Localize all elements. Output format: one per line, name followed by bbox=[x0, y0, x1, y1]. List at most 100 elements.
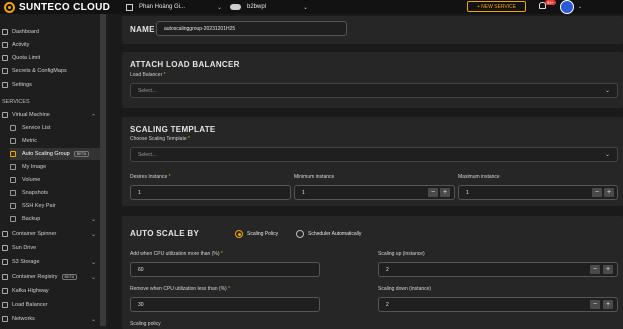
sidebar-item-label: Metric bbox=[22, 138, 37, 144]
maximum-instance-label: Maximum instance bbox=[458, 174, 500, 180]
registry-icon bbox=[2, 274, 8, 280]
scaling-up-label: Scaling up (instance) bbox=[378, 251, 425, 257]
sidebar-item-snapshots[interactable]: Snapshots bbox=[10, 187, 100, 199]
sidebar-item-kafka-highway[interactable]: Kafka Highway bbox=[0, 285, 100, 297]
scaling-up-input[interactable]: 2 bbox=[378, 262, 618, 277]
sidebar-item-auto-scaling-group[interactable]: Auto Scaling Group BETA bbox=[10, 148, 100, 160]
radio-scaling-policy[interactable]: Scaling Policy bbox=[235, 230, 278, 238]
image-icon bbox=[10, 164, 16, 170]
sidebar-item-backup[interactable]: Backup ⌄ bbox=[10, 213, 100, 225]
backup-icon bbox=[10, 216, 16, 222]
remove-cpu-input[interactable]: 30 bbox=[130, 297, 320, 312]
sidebar-item-s3-storage[interactable]: S3 Storage ⌄ bbox=[0, 256, 100, 268]
attach-lb-card: ATTACH LOAD BALANCER Load Balancer * Sel… bbox=[122, 52, 623, 108]
select-placeholder: Select... bbox=[138, 87, 157, 94]
sidebar-item-dashboard[interactable]: Dashboard bbox=[0, 26, 100, 38]
sidebar-item-service-list[interactable]: Service List bbox=[10, 122, 100, 134]
activity-icon bbox=[2, 42, 8, 48]
sidebar-item-label: Volume bbox=[22, 177, 41, 183]
field-label-text: Choose Scaling Template bbox=[130, 136, 187, 142]
sidebar-item-label: Service List bbox=[22, 125, 51, 131]
sidebar-item-label: Container Spinner bbox=[12, 231, 57, 237]
new-service-button[interactable]: + NEW SERVICE bbox=[467, 1, 526, 12]
required-mark: * bbox=[188, 136, 190, 142]
desires-instance-input[interactable]: 1 bbox=[130, 185, 291, 200]
brand-logo[interactable]: SUNTECO CLOUD bbox=[0, 1, 116, 13]
metric-icon bbox=[10, 138, 16, 144]
sidebar-item-label: Load Balancer bbox=[12, 302, 48, 308]
minimum-increment-button[interactable]: + bbox=[440, 188, 450, 197]
project-name: b2bwpl bbox=[247, 4, 267, 10]
avatar[interactable]: ⌄ bbox=[560, 0, 582, 14]
grid-icon bbox=[10, 125, 16, 131]
chevron-up-icon: ⌄ bbox=[90, 111, 96, 118]
name-input[interactable]: autoscalinggroup-20231201H25 bbox=[156, 21, 347, 36]
chevron-down-icon: ⌄ bbox=[216, 4, 222, 11]
field-label-text: Desires Instance bbox=[130, 174, 168, 180]
sidebar-item-volume[interactable]: Volume bbox=[10, 174, 100, 186]
scaling-policy-label: Scaling policy bbox=[130, 321, 161, 327]
project-selector[interactable]: b2bwpl ⌄ bbox=[230, 4, 308, 11]
storage-icon bbox=[2, 259, 8, 265]
radio-unselected-icon bbox=[296, 230, 304, 238]
scaling-down-label: Scaling down (instance) bbox=[378, 286, 432, 292]
drive-icon bbox=[2, 245, 8, 251]
sidebar-item-quota[interactable]: Quota Limit bbox=[0, 52, 100, 64]
sidebar-item-sun-drive[interactable]: Sun Drive bbox=[0, 242, 100, 254]
sidebar-item-label: Quota Limit bbox=[12, 55, 41, 61]
sidebar-item-label: Auto Scaling Group bbox=[22, 151, 70, 157]
sidebar-item-activity[interactable]: Activity bbox=[0, 39, 100, 51]
sidebar-item-container-spinner[interactable]: Container Spinner ⌄ bbox=[0, 228, 100, 240]
sidebar-item-label: Kafka Highway bbox=[12, 288, 49, 294]
sidebar-item-load-balancer[interactable]: Load Balancer bbox=[0, 299, 100, 311]
radio-scheduler-automatically[interactable]: Scheduler Automatically bbox=[296, 230, 361, 238]
sidebar-item-label: S3 Storage bbox=[12, 259, 40, 265]
sidebar-item-settings[interactable]: Settings bbox=[0, 79, 100, 91]
minimum-decrement-button[interactable]: − bbox=[428, 188, 438, 197]
scaling-down-decrement-button[interactable]: − bbox=[590, 300, 600, 309]
scaling-up-increment-button[interactable]: + bbox=[603, 265, 613, 274]
maximum-increment-button[interactable]: + bbox=[604, 188, 614, 197]
sidebar-item-metric[interactable]: Metric bbox=[10, 135, 100, 147]
scaling-down-input[interactable]: 2 bbox=[378, 297, 618, 312]
add-cpu-input[interactable]: 60 bbox=[130, 262, 320, 277]
load-balancer-icon bbox=[2, 302, 8, 308]
field-label-text: Remove when CPU utilization less than (%… bbox=[130, 286, 227, 292]
sidebar-item-secrets[interactable]: Secrets & ConfigMaps bbox=[0, 65, 100, 77]
sidebar-item-virtual-machine[interactable]: Virtual Machine ⌄ bbox=[0, 109, 100, 121]
org-name: Phan Hoàng Gi... bbox=[139, 4, 186, 10]
scaling-template-select[interactable]: Select... ⌄ bbox=[130, 147, 618, 162]
scaling-template-label: Choose Scaling Template * bbox=[130, 136, 190, 142]
building-icon bbox=[126, 3, 133, 11]
sidebar-item-label: Container Registry bbox=[12, 274, 58, 280]
name-card: NAME autoscalinggroup-20231201H25 bbox=[122, 16, 623, 44]
cloud-icon bbox=[230, 4, 241, 10]
maximum-decrement-button[interactable]: − bbox=[592, 188, 602, 197]
scaling-down-increment-button[interactable]: + bbox=[603, 300, 613, 309]
minimum-instance-label: Minimum instance bbox=[294, 174, 335, 180]
sidebar-item-label: Dashboard bbox=[12, 29, 39, 35]
radio-selected-icon bbox=[235, 230, 243, 238]
sidebar-item-label: Settings bbox=[12, 82, 32, 88]
radio-label: Scaling Policy bbox=[247, 231, 279, 237]
sidebar-item-container-registry[interactable]: Container Registry BETA ⌄ bbox=[0, 271, 100, 283]
gear-icon bbox=[2, 82, 8, 88]
sunteco-logo-icon bbox=[4, 1, 15, 13]
load-balancer-select[interactable]: Select... ⌄ bbox=[130, 83, 618, 98]
attach-lb-title: ATTACH LOAD BALANCER bbox=[130, 60, 240, 69]
required-mark: * bbox=[220, 251, 223, 257]
dashboard-icon bbox=[2, 29, 8, 35]
chevron-down-icon: ⌄ bbox=[90, 259, 96, 266]
sidebar-item-my-image[interactable]: My Image bbox=[10, 161, 100, 173]
top-bar: SUNTECO CLOUD Phan Hoàng Gi... ⌄ b2bwpl … bbox=[0, 0, 623, 14]
sidebar-item-label: Sun Drive bbox=[12, 245, 37, 251]
sidebar-scrollbar[interactable] bbox=[100, 14, 106, 326]
scaling-up-decrement-button[interactable]: − bbox=[590, 265, 600, 274]
chevron-down-icon: ⌄ bbox=[604, 88, 610, 94]
chevron-down-icon: ⌄ bbox=[90, 231, 96, 238]
org-selector[interactable]: Phan Hoàng Gi... ⌄ bbox=[126, 3, 222, 11]
load-balancer-label: Load Balancer * bbox=[130, 72, 166, 78]
select-placeholder: Select... bbox=[138, 151, 157, 158]
sidebar-item-ssh-key-pair[interactable]: SSH Key Pair bbox=[10, 200, 100, 212]
sidebar-item-networks[interactable]: Networks ⌄ bbox=[0, 313, 100, 325]
